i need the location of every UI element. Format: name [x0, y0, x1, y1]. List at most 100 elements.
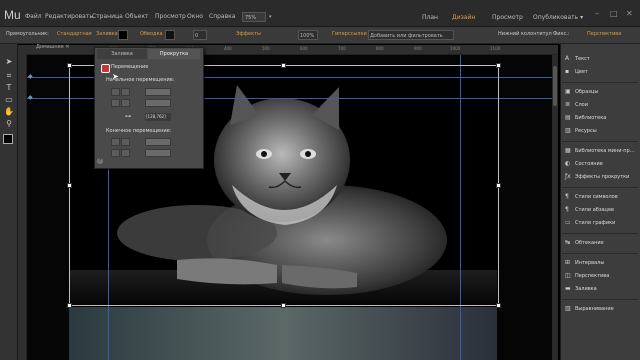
swatches-icon: ▣	[565, 88, 571, 95]
arrow-right-icon[interactable]	[121, 149, 130, 157]
publish-button[interactable]: Опубликовать ▾	[533, 14, 583, 21]
fx-icon: ƒx	[565, 173, 571, 180]
tab-home-page[interactable]: Домашняя ✕	[36, 44, 69, 50]
tab-preview[interactable]: Просмотр	[492, 14, 523, 21]
panel-swatches[interactable]: ▣ Образцы	[565, 88, 598, 99]
menu-edit[interactable]: Редактировать	[45, 13, 93, 20]
panel-wrap[interactable]: ↹ Обтекание	[565, 239, 604, 250]
menu-object[interactable]: Объект	[125, 13, 148, 20]
start-horizontal-field[interactable]	[145, 99, 171, 107]
divider	[562, 233, 638, 234]
chevron-down-icon[interactable]: ▾	[269, 14, 272, 20]
menu-file[interactable]: Файл	[25, 13, 42, 20]
effects-link[interactable]: Эффекты	[236, 31, 261, 37]
resize-handle[interactable]	[67, 183, 72, 188]
zoom-select[interactable]: 75%	[242, 12, 266, 22]
minimize-icon[interactable]: –	[595, 9, 599, 18]
panel-spacing[interactable]: ⊞ Интервалы	[565, 259, 604, 270]
fill-color-swatch[interactable]	[3, 134, 13, 144]
menu-window[interactable]: Окно	[187, 13, 203, 20]
resize-handle[interactable]	[67, 63, 72, 68]
fill-swatch[interactable]	[118, 30, 128, 40]
tab-scroll[interactable]: Прокрутка	[148, 49, 200, 59]
hyperlinks-link[interactable]: Гиперссылки	[332, 31, 367, 37]
menu-page[interactable]: Страница	[92, 13, 123, 20]
tab-design[interactable]: Дизайн	[452, 14, 475, 21]
style-link[interactable]: Стандартная	[57, 31, 92, 37]
guide-marker-icon[interactable]: ◆	[28, 94, 33, 101]
key-position-icon[interactable]: ⊶	[125, 113, 131, 120]
close-icon[interactable]: ✕	[626, 9, 633, 18]
ruler-mark: 400	[224, 46, 232, 51]
stroke-width-input[interactable]: 0	[193, 30, 207, 40]
panel-layers[interactable]: ≣ Слои	[565, 101, 588, 112]
help-icon[interactable]: ?	[97, 158, 103, 164]
panel-states[interactable]: ◐ Состояние	[565, 160, 603, 171]
widgets-icon: ▦	[565, 147, 571, 154]
zoom-tool-icon[interactable]: ⚲	[3, 118, 15, 130]
opacity-input[interactable]: 100%	[298, 30, 318, 40]
end-vertical-field[interactable]	[145, 138, 171, 146]
resize-handle[interactable]	[281, 303, 286, 308]
menu-help[interactable]: Справка	[209, 13, 235, 20]
guide-marker-icon[interactable]: ◆	[28, 73, 33, 80]
panel-label: Цвет	[575, 69, 588, 75]
panel-label: Выравнивание	[575, 306, 614, 312]
panel-text[interactable]: A Текст	[565, 55, 590, 66]
text-tool-icon[interactable]: T	[3, 82, 15, 94]
scrollbar-thumb[interactable]	[553, 66, 557, 106]
resize-handle[interactable]	[496, 183, 501, 188]
crop-tool-icon[interactable]: ⌗	[3, 70, 15, 82]
mouse-cursor-icon: ➤	[112, 72, 119, 81]
tab-plan[interactable]: План	[422, 14, 438, 21]
resize-handle[interactable]	[67, 303, 72, 308]
movement-checkbox[interactable]	[101, 64, 110, 73]
resize-handle[interactable]	[496, 303, 501, 308]
panel-library[interactable]: ▤ Библиотека	[565, 114, 606, 125]
arrow-up-icon[interactable]	[121, 88, 130, 96]
tab-fill[interactable]: Заливка	[97, 49, 147, 59]
panel-color[interactable]: ▪ Цвет	[565, 68, 588, 79]
panel-character-styles[interactable]: ¶ Стили символов	[565, 193, 618, 204]
panel-fill[interactable]: ▬ Заливка	[565, 285, 597, 296]
ruler-mark: 600	[300, 46, 308, 51]
panel-label: Состояние	[575, 161, 603, 167]
resize-handle[interactable]	[496, 63, 501, 68]
selection-tool-icon[interactable]: ➤	[3, 56, 15, 68]
filter-select[interactable]: Добавить или фильтровать	[368, 30, 454, 40]
arrow-up-icon[interactable]	[121, 138, 130, 146]
panel-scroll-effects[interactable]: ƒx Эффекты прокрутки	[565, 173, 629, 184]
spacing-icon: ⊞	[565, 259, 571, 266]
panel-graphic-styles[interactable]: ▭ Стили графики	[565, 219, 615, 230]
arrow-right-icon[interactable]	[121, 99, 130, 107]
app-logo: Mu	[4, 8, 21, 22]
control-bar-label: Прямоугольник:	[6, 31, 49, 37]
resize-handle[interactable]	[281, 63, 286, 68]
start-vertical-field[interactable]	[145, 88, 171, 96]
stroke-swatch[interactable]	[165, 30, 175, 40]
panel-align[interactable]: ▥ Выравнивание	[565, 305, 614, 316]
end-horizontal-field[interactable]	[145, 149, 171, 157]
perspective-link[interactable]: Перспектива	[587, 31, 621, 37]
arrow-up-left-icon[interactable]	[111, 138, 120, 146]
fix-label: Фикс.:	[553, 31, 570, 37]
fill-link[interactable]: Заливка	[96, 31, 118, 37]
panel-label: Стили символов	[575, 194, 618, 200]
arrow-left-icon[interactable]	[111, 149, 120, 157]
panel-widgets-library[interactable]: ▦ Библиотека мини-пр...	[565, 147, 635, 158]
divider	[562, 187, 638, 188]
menu-view[interactable]: Просмотр	[155, 13, 186, 20]
start-position-value[interactable]: [128,762]	[145, 113, 171, 121]
panel-assets[interactable]: ▥ Ресурсы	[565, 127, 597, 138]
vertical-guide[interactable]	[460, 55, 461, 360]
arrow-left-icon[interactable]	[111, 99, 120, 107]
arrow-up-left-icon[interactable]	[111, 88, 120, 96]
panel-perspective[interactable]: ◫ Перспектива	[565, 272, 609, 283]
rectangle-tool-icon[interactable]: ▭	[3, 94, 15, 106]
maximize-icon[interactable]: □	[610, 9, 618, 18]
panel-paragraph-styles[interactable]: ¶ Стили абзацев	[565, 206, 614, 217]
footer-checkbox[interactable]: Нижний колонтитул	[498, 31, 552, 37]
stroke-link[interactable]: Обводка	[140, 31, 163, 37]
wrap-icon: ↹	[565, 239, 571, 246]
hand-tool-icon[interactable]: ✋	[3, 106, 15, 118]
